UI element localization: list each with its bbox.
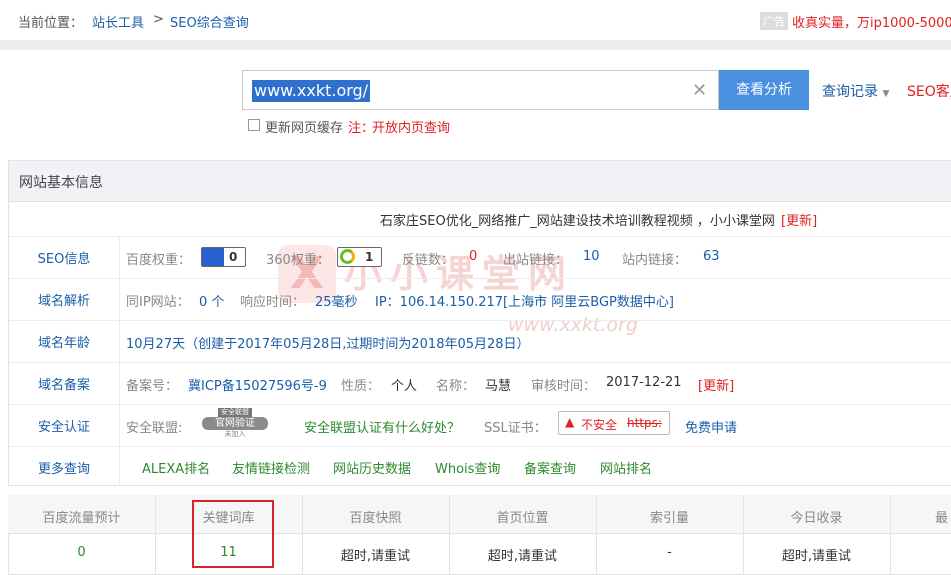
table-col-divider [890, 495, 891, 575]
security-label[interactable]: 安全认证 [9, 416, 119, 435]
value-baidu-snapshot: 超时,请重试 [340, 549, 411, 564]
warning-icon: ▲ [565, 415, 575, 429]
backlinks-label: 反链数： [402, 253, 455, 268]
analyze-button[interactable]: 查看分析 [719, 70, 809, 110]
response-time-value: 25毫秒 [315, 295, 358, 310]
weight-360-badge[interactable]: 1 [337, 247, 382, 267]
ssl-label: SSL证书： [484, 421, 547, 436]
breadcrumb-seo-query[interactable]: SEO综合查询 [170, 12, 249, 31]
baidu-weight-label: 百度权重： [126, 253, 192, 268]
free-apply-link[interactable]: 免费申请 [685, 417, 737, 436]
alliance-benefit-link[interactable]: 安全联盟认证有什么好处？ [304, 417, 460, 436]
header-baidu-snapshot: 百度快照 [349, 511, 402, 526]
weight-360-label: 360权重： [266, 253, 330, 268]
row-divider [9, 278, 951, 279]
query-history-label: 查询记录 [822, 84, 878, 100]
unsafe-text: 不安全 [581, 418, 618, 432]
panel-title: 网站基本信息 [19, 175, 103, 191]
header-home-position: 首页位置 [496, 511, 549, 526]
site-title: 石家庄SEO优化_网络推广_网站建设技术培训教程视频 ，小小课堂网 [380, 214, 775, 229]
360-logo-icon [340, 249, 355, 264]
chevron-down-icon: ▼ [882, 89, 890, 99]
query-history-link[interactable]: 查询记录 ▼ [822, 81, 889, 101]
row-divider [9, 236, 951, 237]
seo-info-label[interactable]: SEO信息 [9, 248, 119, 267]
record-time-label: 审核时间： [531, 379, 597, 394]
value-home-position: 超时,请重试 [487, 549, 558, 564]
top-bar: 当前位置： 站长工具 > SEO综合查询 广告 收真实量，万ip1000-500… [0, 0, 951, 40]
highlight-box [192, 500, 274, 568]
more-link-friendlinks[interactable]: 友情链接检测 [232, 458, 310, 477]
outlinks-label: 出站链接： [503, 253, 569, 268]
inlinks-label: 站内链接： [622, 253, 688, 268]
same-ip-value[interactable]: 0 个 [199, 291, 224, 310]
same-ip-label: 同IP网站： [126, 295, 190, 310]
seal-mid-text: 官网验证 [202, 417, 268, 430]
record-nature-label: 性质： [341, 379, 381, 394]
domain-record-label[interactable]: 域名备案 [9, 374, 119, 393]
record-update-link[interactable]: [更新] [698, 375, 734, 394]
seal-top-text: 安全联盟 [218, 408, 252, 417]
domain-age-label[interactable]: 域名年龄 [9, 332, 119, 351]
more-link-history[interactable]: 网站历史数据 [333, 458, 411, 477]
more-link-alexa[interactable]: ALEXA排名 [142, 458, 210, 477]
more-link-record[interactable]: 备案查询 [524, 458, 576, 477]
search-input-selected-text: www.xxkt.org/ [252, 80, 371, 102]
column-divider [119, 236, 120, 486]
row-divider [9, 446, 951, 447]
open-subpage-link[interactable]: 开放内页查询 [372, 117, 450, 136]
record-no-value[interactable]: 冀ICP备15027596号-9 [188, 375, 327, 394]
backlinks-value[interactable]: 0 [469, 249, 477, 264]
outlinks-value[interactable]: 10 [583, 249, 600, 264]
inlinks-value[interactable]: 63 [703, 249, 720, 264]
more-query-label[interactable]: 更多查询 [9, 458, 119, 477]
https-text: https: [627, 416, 662, 430]
weight-360-value: 1 [365, 250, 374, 264]
header-index-count: 索引量 [649, 511, 689, 526]
panel-header: 网站基本信息 [8, 160, 951, 202]
ad-tag: 广告 [760, 12, 788, 30]
record-no-label: 备案号： [126, 379, 179, 394]
clear-icon[interactable]: ✕ [692, 80, 707, 101]
title-update-link[interactable]: [更新] [781, 210, 817, 229]
cache-label: 更新网页缓存 [265, 121, 344, 136]
baidu-paw-icon: 🐾 [202, 248, 224, 266]
breadcrumb-prefix: 当前位置： [18, 16, 84, 31]
record-name-value: 马慧 [485, 379, 512, 394]
row-divider [9, 404, 951, 405]
top-divider-strip [0, 40, 951, 50]
breadcrumb-separator: > [153, 12, 164, 27]
domain-resolve-label[interactable]: 域名解析 [9, 290, 119, 309]
seo-client-link[interactable]: SEO客户 [907, 81, 951, 101]
value-baidu-traffic: 0 [77, 545, 86, 560]
seal-bottom-text: 未加入 [224, 430, 246, 438]
record-name-label: 名称： [436, 379, 476, 394]
more-link-rank[interactable]: 网站排名 [600, 458, 652, 477]
header-today-indexed: 今日收录 [790, 511, 843, 526]
header-truncated: 最 [935, 511, 949, 526]
record-time-value: 2017-12-21 [606, 375, 682, 390]
ssl-status-badge[interactable]: ▲ 不安全 https: [558, 411, 670, 435]
more-link-whois[interactable]: Whois查询 [435, 458, 500, 477]
row-divider [9, 320, 951, 321]
row-divider [9, 362, 951, 363]
baidu-weight-value: 0 [229, 250, 238, 264]
ip-link[interactable]: IP：106.14.150.217[上海市 阿里云BGP数据中心] [375, 291, 674, 310]
value-index-count: - [667, 545, 672, 560]
domain-age-value[interactable]: 10月27天（创建于2017年05月28日,过期时间为2018年05月28日） [126, 333, 530, 352]
breadcrumb-site-tools[interactable]: 站长工具 [92, 12, 144, 31]
alliance-label: 安全联盟: [126, 421, 183, 436]
note-prefix: 注： [348, 121, 375, 136]
ad-link[interactable]: 收真实量，万ip1000-5000 [792, 12, 951, 31]
cache-checkbox[interactable] [248, 119, 260, 131]
value-today-indexed: 超时,请重试 [781, 549, 852, 564]
baidu-weight-badge[interactable]: 🐾 0 [201, 247, 246, 267]
alliance-seal-icon[interactable]: 安全联盟 官网验证 未加入 [200, 408, 270, 440]
site-info-panel [8, 160, 951, 486]
record-nature-value: 个人 [391, 379, 418, 394]
response-time-label: 响应时间： [240, 295, 306, 310]
header-baidu-traffic: 百度流量预计 [42, 511, 121, 526]
